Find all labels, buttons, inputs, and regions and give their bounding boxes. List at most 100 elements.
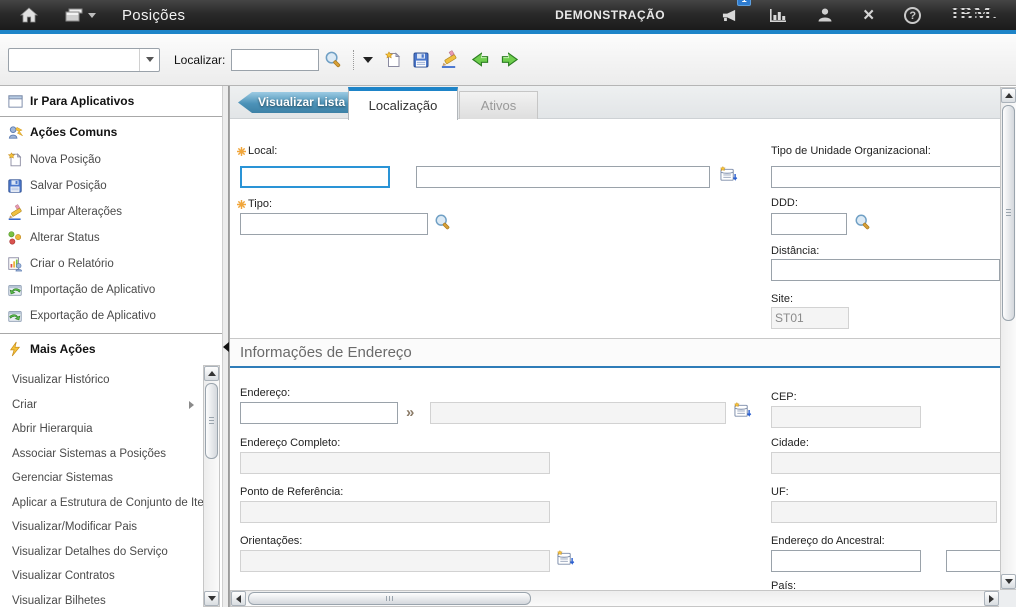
action-clear-changes[interactable]: Limpar Alterações — [0, 199, 229, 225]
more-action-view-service-details[interactable]: Visualizar Detalhes do Serviço — [0, 540, 202, 565]
tipo-input[interactable] — [240, 213, 428, 235]
application-window: Posições DEMONSTRAÇÃO 1 × ? IBM. — [0, 0, 1016, 607]
action-save-position[interactable]: Salvar Posição — [0, 173, 229, 199]
endereco-long-description-button[interactable] — [733, 402, 752, 424]
sidebar: Ir Para Aplicativos Ações Comuns Nova Po… — [0, 86, 229, 607]
action-new-position[interactable]: Nova Posição — [0, 147, 229, 173]
scroll-down-button[interactable] — [204, 591, 219, 606]
long-description-icon — [556, 550, 575, 567]
announcements-button[interactable]: 1 — [720, 0, 739, 30]
home-icon[interactable] — [12, 0, 46, 30]
scroll-up-button[interactable] — [1001, 88, 1016, 103]
save-icon — [0, 178, 30, 194]
local-label: Local: — [248, 145, 277, 157]
query-dropdown[interactable] — [8, 48, 160, 72]
more-action-view-modify-parents[interactable]: Visualizar/Modificar Pais — [0, 515, 202, 540]
scroll-down-button[interactable] — [1001, 574, 1016, 589]
menu-item-label: Criar — [12, 399, 37, 411]
ddd-input[interactable] — [771, 213, 847, 235]
sidebar-go-to-applications[interactable]: Ir Para Aplicativos — [0, 86, 229, 116]
cep-label: CEP: — [771, 391, 797, 403]
distancia-input[interactable] — [771, 259, 1000, 281]
action-label: Alterar Status — [30, 232, 100, 244]
scrollbar-corner — [999, 590, 1016, 607]
app-switcher-icon[interactable] — [60, 0, 100, 30]
tipo-select-value-button[interactable] — [434, 213, 452, 236]
more-action-create[interactable]: Criar — [0, 393, 202, 418]
action-change-status[interactable]: Alterar Status — [0, 225, 229, 251]
help-button[interactable]: ? — [904, 0, 921, 30]
long-description-icon — [719, 166, 738, 183]
org-unit-input[interactable] — [771, 166, 1001, 188]
tab-localizacao[interactable]: Localização — [348, 87, 458, 120]
more-action-view-tickets[interactable]: Visualizar Bilhetes — [0, 589, 202, 607]
menu-item-label: Gerenciar Sistemas — [12, 472, 113, 484]
more-action-view-history[interactable]: Visualizar Histórico — [0, 368, 202, 393]
action-label: Importação de Aplicativo — [30, 284, 155, 296]
new-record-button[interactable] — [379, 44, 407, 76]
more-action-view-contracts[interactable]: Visualizar Contratos — [0, 564, 202, 589]
main-horizontal-scrollbar[interactable] — [230, 590, 1000, 607]
local-description-input[interactable] — [416, 166, 710, 188]
sidebar-common-actions-header[interactable]: Ações Comuns — [0, 117, 229, 147]
endereco-ancestral-input[interactable] — [771, 550, 921, 572]
more-action-apply-item-set[interactable]: Aplicar a Estrutura de Conjunto de Itens — [0, 491, 202, 516]
endereco-ancestral-input-2[interactable] — [946, 550, 1001, 572]
more-action-manage-systems[interactable]: Gerenciar Sistemas — [0, 466, 202, 491]
scrollbar-thumb[interactable] — [205, 383, 218, 459]
sidebar-scrollbar[interactable] — [203, 365, 220, 607]
endereco-detail-chevron-icon[interactable]: » — [406, 404, 414, 421]
top-navigation-bar: Posições DEMONSTRAÇÃO 1 × ? IBM. — [0, 0, 1016, 30]
main-vertical-scrollbar[interactable] — [1000, 87, 1016, 590]
new-document-icon — [0, 152, 30, 168]
profile-button[interactable] — [817, 0, 833, 30]
notification-badge: 1 — [737, 0, 751, 6]
more-action-associate-systems[interactable]: Associar Sistemas a Posições — [0, 442, 202, 467]
tab-ativos[interactable]: Ativos — [459, 91, 538, 119]
menu-item-label: Abrir Hierarquia — [12, 423, 93, 435]
logout-close-icon[interactable]: × — [863, 0, 874, 30]
endereco-input[interactable] — [240, 402, 398, 424]
search-options-caret[interactable] — [363, 57, 373, 63]
cep-input — [771, 406, 921, 428]
orientacoes-long-description-button[interactable] — [556, 550, 575, 572]
save-button[interactable] — [407, 44, 435, 76]
query-dropdown-button[interactable] — [139, 49, 159, 71]
environment-label: DEMONSTRAÇÃO — [555, 8, 665, 22]
arrow-right-icon — [500, 50, 521, 69]
search-button[interactable] — [319, 44, 348, 76]
local-input[interactable] — [240, 166, 390, 188]
address-section-title: Informações de Endereço — [240, 344, 412, 361]
pencil-eraser-icon — [0, 204, 30, 221]
clear-changes-button[interactable] — [435, 44, 464, 76]
page-title: Posições — [122, 7, 185, 24]
import-icon — [0, 282, 30, 298]
menu-item-label: Visualizar Detalhes do Serviço — [12, 546, 168, 558]
sidebar-splitter[interactable] — [222, 86, 229, 607]
find-input[interactable] — [231, 49, 319, 71]
scroll-up-button[interactable] — [204, 366, 219, 381]
action-application-import[interactable]: Importação de Aplicativo — [0, 277, 229, 303]
site-input — [771, 307, 849, 329]
lightning-icon — [0, 341, 30, 357]
ddd-select-value-button[interactable] — [854, 213, 872, 236]
scroll-left-button[interactable] — [231, 591, 246, 606]
export-icon — [0, 308, 30, 324]
view-list-button[interactable]: Visualizar Lista — [238, 92, 355, 113]
next-record-button[interactable] — [495, 44, 526, 76]
action-application-export[interactable]: Exportação de Aplicativo — [0, 303, 229, 329]
previous-record-button[interactable] — [464, 44, 495, 76]
new-document-icon — [384, 51, 402, 69]
local-long-description-button[interactable] — [719, 166, 738, 188]
scrollbar-thumb[interactable] — [1002, 105, 1015, 321]
action-create-report[interactable]: Criar o Relatório — [0, 251, 229, 277]
ddd-label: DDD: — [771, 197, 798, 209]
action-label: Nova Posição — [30, 154, 101, 166]
more-action-open-hierarchy[interactable]: Abrir Hierarquia — [0, 417, 202, 442]
sidebar-more-actions-header[interactable]: Mais Ações — [0, 334, 229, 364]
reports-button[interactable] — [769, 0, 787, 30]
scroll-right-button[interactable] — [984, 591, 999, 606]
action-label: Exportação de Aplicativo — [30, 310, 156, 322]
menu-item-label: Aplicar a Estrutura de Conjunto de Itens — [12, 497, 216, 509]
scrollbar-thumb[interactable] — [248, 592, 531, 605]
